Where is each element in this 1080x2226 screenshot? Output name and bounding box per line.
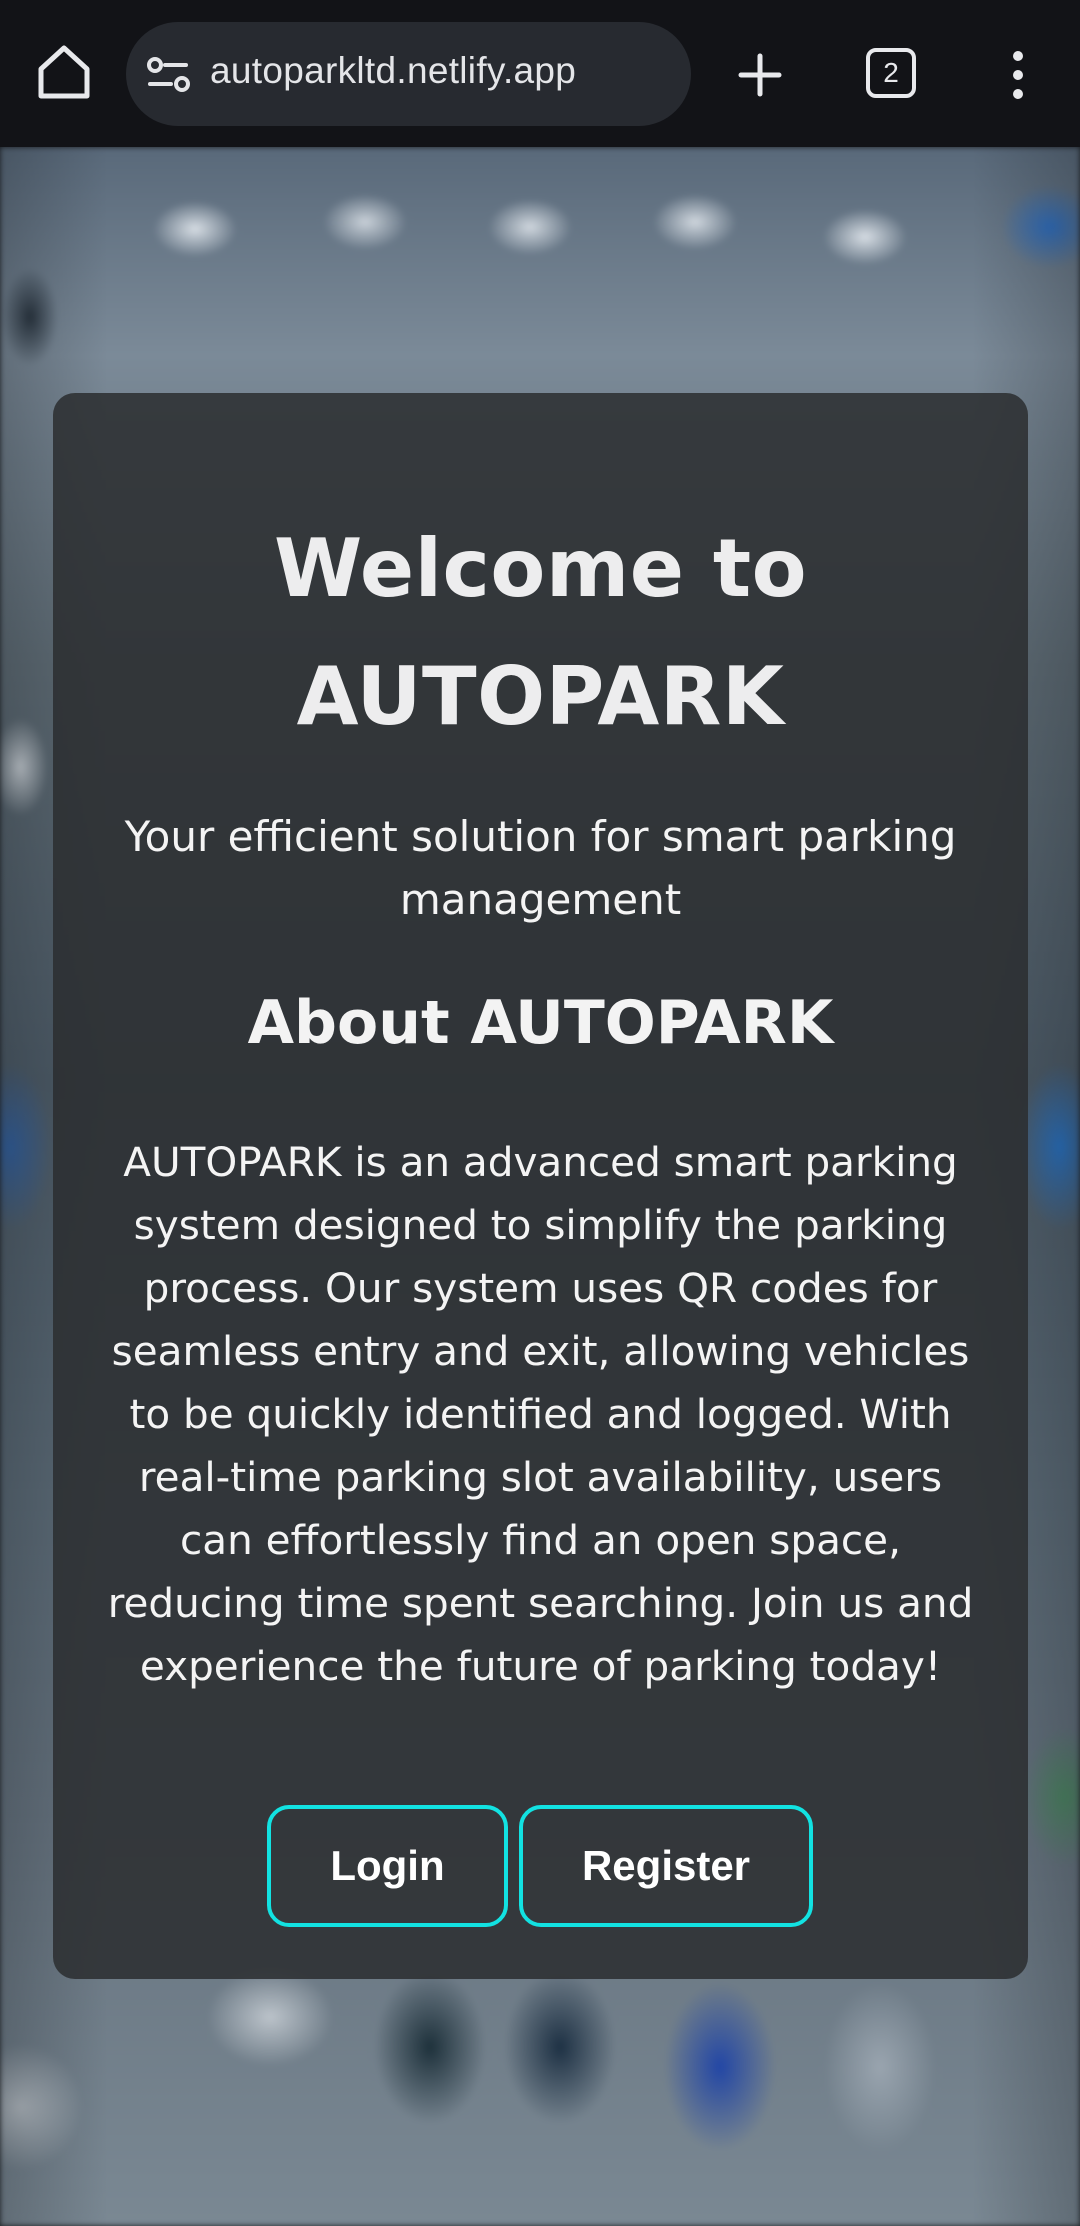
page-title: Welcome to AUTOPARK [53,505,1028,761]
more-vertical-icon[interactable] [994,40,1042,110]
welcome-card: Welcome to AUTOPARK Your efficient solut… [53,393,1028,1979]
login-button[interactable]: Login [267,1805,508,1927]
plus-icon[interactable] [730,38,790,110]
about-heading: About AUTOPARK [247,988,834,1058]
address-bar[interactable]: autoparkltd.netlify.app [126,22,691,126]
browser-toolbar: autoparkltd.netlify.app 2 [0,0,1080,147]
home-icon[interactable] [28,36,100,108]
url-text[interactable]: autoparkltd.netlify.app [210,50,576,92]
about-description: AUTOPARK is an advanced smart parking sy… [107,1138,974,1690]
title-line-1: Welcome to [273,522,808,615]
title-line-2: AUTOPARK [296,650,785,743]
site-settings-icon[interactable] [146,52,194,98]
register-button[interactable]: Register [519,1805,813,1927]
tab-switcher-icon[interactable]: 2 [866,48,916,98]
tagline: Your efficient solution for smart parkin… [124,812,957,924]
